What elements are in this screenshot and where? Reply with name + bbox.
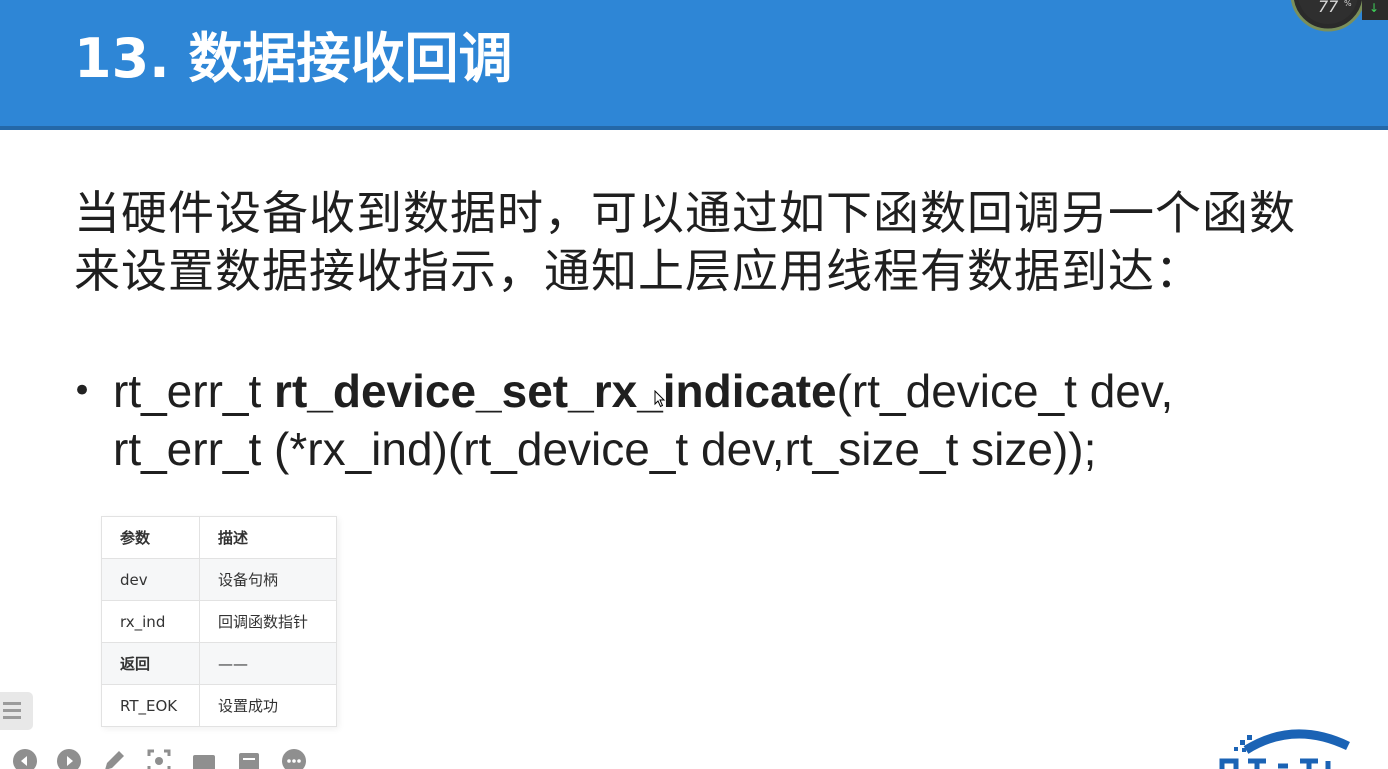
return-type: rt_err_t — [113, 365, 275, 417]
download-arrow-icon: ↓ — [1369, 1, 1380, 15]
signature-line-2: rt_err_t (*rx_ind)(rt_device_t dev,rt_si… — [113, 423, 1097, 475]
svg-text:%: % — [1344, 0, 1352, 8]
screenshot-icon[interactable] — [146, 748, 172, 769]
table-cell: dev — [101, 558, 200, 601]
slide-menu-button[interactable] — [0, 692, 33, 730]
parameter-table: 参数 描述 dev 设备句柄 rx_ind 回调函数指针 返回 —— RT_EO… — [101, 516, 337, 727]
table-cell: 返回 — [101, 642, 200, 685]
table-cell: 设置成功 — [199, 684, 337, 727]
rt-thread-logo — [1219, 729, 1350, 769]
presentation-toolbar — [10, 748, 310, 769]
intro-line-2: 来设置数据接收指示，通知上层应用线程有数据到达： — [74, 244, 1202, 298]
mouse-cursor-icon — [654, 390, 666, 408]
table-header-desc: 描述 — [199, 516, 337, 559]
table-cell: 回调函数指针 — [199, 600, 337, 643]
signature-line-1: rt_err_t rt_device_set_rx_indicate(rt_de… — [113, 362, 1353, 420]
pen-icon[interactable] — [101, 748, 127, 769]
table-cell: RT_EOK — [101, 684, 200, 727]
more-icon[interactable] — [281, 748, 307, 769]
bullet-icon: • — [72, 371, 93, 411]
table-row: 返回 —— — [101, 642, 337, 685]
function-name: rt_device_set_rx_indicate — [274, 365, 837, 417]
document-icon[interactable] — [236, 748, 262, 769]
table-cell: 设备句柄 — [199, 558, 337, 601]
table-row: rx_ind 回调函数指针 — [101, 600, 337, 643]
table-cell: rx_ind — [101, 600, 200, 643]
function-signature: rt_err_t rt_device_set_rx_indicate(rt_de… — [113, 362, 1353, 478]
table-row: RT_EOK 设置成功 — [101, 684, 337, 727]
table-header-row: 参数 描述 — [101, 516, 337, 559]
intro-text: 当硬件设备收到数据时，可以通过如下函数回调另一个函数 来设置数据接收指示，通知上… — [74, 184, 1354, 300]
table-cell: —— — [199, 642, 337, 685]
next-icon[interactable] — [56, 748, 82, 769]
svg-text:77: 77 — [1318, 0, 1339, 16]
slide-title: 13. 数据接收回调 — [74, 27, 513, 90]
slide-header: 13. 数据接收回调 — [0, 0, 1388, 130]
speed-gauge-icon: 77 % — [1290, 0, 1366, 32]
table-row: dev 设备句柄 — [101, 558, 337, 601]
params-first: (rt_device_t dev, — [836, 365, 1174, 417]
intro-line-1: 当硬件设备收到数据时，可以通过如下函数回调另一个函数 — [74, 186, 1296, 240]
prev-icon[interactable] — [12, 748, 38, 769]
table-header-param: 参数 — [101, 516, 200, 559]
camera-icon[interactable] — [191, 748, 217, 769]
